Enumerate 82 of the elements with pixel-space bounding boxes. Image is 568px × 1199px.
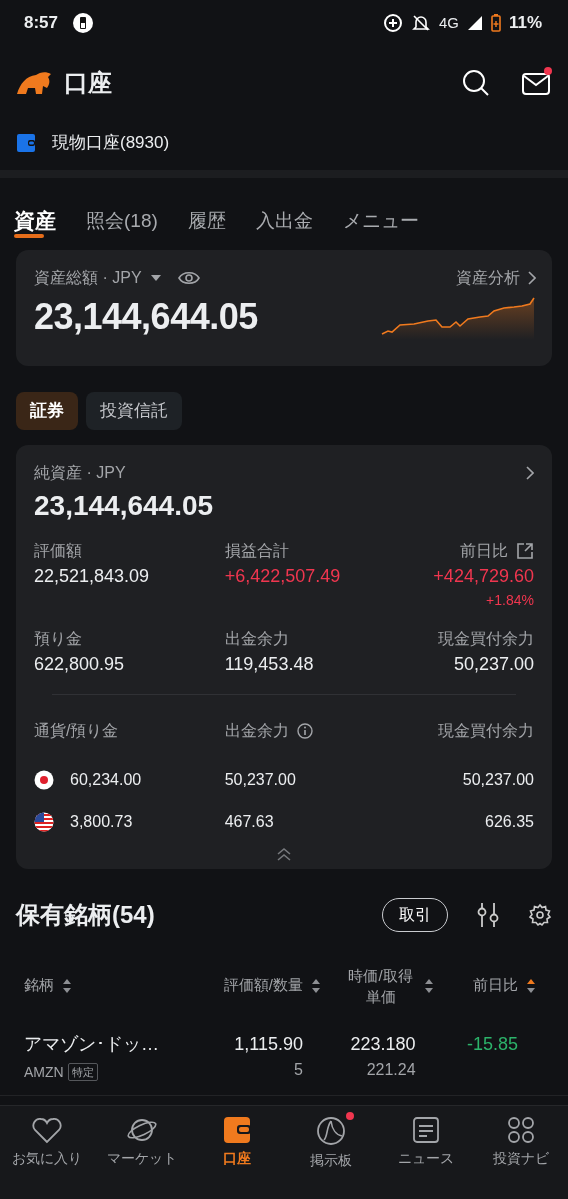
- ticker: AMZN: [24, 1062, 64, 1082]
- battery-icon: [490, 14, 501, 32]
- daily-change: -15.85: [466, 1032, 518, 1056]
- column-header: 通貨/預り金: [34, 720, 119, 741]
- share-icon[interactable]: [515, 541, 534, 560]
- column-header: 現金買付余力: [437, 720, 534, 741]
- page-title: 口座: [64, 68, 112, 98]
- collapse-icon[interactable]: [276, 846, 292, 861]
- account-type-tag: 特定: [67, 1062, 98, 1082]
- nav-item[interactable]: ニュース: [378, 1106, 474, 1199]
- nav-item[interactable]: 投資ナビ: [473, 1106, 568, 1199]
- column-header[interactable]: 銘柄: [24, 974, 54, 997]
- metric-label: 出金余力: [224, 628, 289, 649]
- bull-logo-icon: [16, 70, 52, 96]
- column-header: 出金余力: [224, 720, 289, 741]
- segment-tab[interactable]: 証券: [16, 392, 78, 430]
- deposit-amount: 60,234.00: [70, 769, 142, 790]
- filter-icon[interactable]: [476, 901, 500, 928]
- buying-power-amount: 626.35: [485, 812, 534, 830]
- total-value: 23,144,644.05: [34, 295, 258, 339]
- bell-off-icon: [411, 13, 432, 33]
- metric-value: +6,422,507.49: [224, 564, 342, 588]
- chevron-right-icon[interactable]: [528, 271, 536, 285]
- total-label: 資産総額 · JPY: [34, 268, 142, 288]
- metric-label: 前日比: [459, 540, 508, 561]
- signal-icon: [466, 15, 483, 31]
- mail-icon[interactable]: [522, 71, 550, 95]
- column-header[interactable]: 時価/取得単価: [345, 964, 416, 1007]
- chevron-right-icon[interactable]: [526, 465, 534, 480]
- battery-level: 11%: [508, 12, 542, 35]
- quantity: 5: [294, 1059, 303, 1080]
- metric-value: 22,521,843.09: [34, 564, 151, 588]
- sync-icon: [383, 13, 404, 33]
- cost-price: 221.24: [366, 1059, 416, 1080]
- metric-value: 622,800.95: [34, 652, 126, 676]
- battery-saver-icon: [72, 12, 95, 34]
- segment-tab[interactable]: 投資信託: [86, 392, 182, 430]
- nav-item[interactable]: 口座: [189, 1106, 284, 1199]
- settings-icon[interactable]: [528, 902, 552, 927]
- net-label: 純資産 · JPY: [34, 462, 126, 483]
- planet-icon: [127, 1116, 157, 1144]
- network-type: 4G: [439, 13, 459, 33]
- account-name[interactable]: 現物口座(8930): [52, 130, 170, 156]
- tab[interactable]: 入出金: [255, 204, 313, 238]
- tab[interactable]: 資産: [14, 204, 56, 238]
- column-header[interactable]: 評価額/数量: [223, 974, 303, 997]
- dropdown-icon[interactable]: [149, 274, 162, 282]
- wallet-icon: [222, 1116, 251, 1144]
- tab[interactable]: 履歴: [187, 204, 226, 238]
- tab[interactable]: メニュー: [342, 204, 419, 238]
- deposit-amount: 3,800.73: [70, 811, 133, 832]
- net-value: 23,144,644.05: [34, 488, 215, 523]
- grid-icon: [506, 1116, 535, 1144]
- percent-change: +1.84%: [486, 590, 534, 610]
- metric-label: 預り金: [34, 628, 82, 649]
- holdings-title: 保有銘柄(54): [16, 899, 155, 930]
- withdrawable-amount: 50,237.00: [224, 770, 296, 788]
- metric-value: 119,453.48: [224, 652, 315, 676]
- info-icon[interactable]: [296, 722, 313, 739]
- metric-label: 損益合計: [224, 540, 289, 561]
- metric-value: +424,729.60: [433, 564, 534, 588]
- search-icon[interactable]: [462, 69, 490, 97]
- column-header[interactable]: 前日比: [472, 974, 518, 997]
- heart-icon: [32, 1116, 63, 1144]
- current-price: 223.180: [350, 1032, 416, 1056]
- board-icon: [316, 1116, 347, 1146]
- analysis-link[interactable]: 資産分析: [456, 266, 520, 290]
- status-time: 8:57: [24, 12, 59, 35]
- nav-item[interactable]: マーケット: [94, 1106, 190, 1199]
- metric-label: 評価額: [34, 540, 82, 561]
- metric-label: 現金買付余力: [437, 628, 534, 649]
- wallet-icon: [16, 133, 36, 153]
- eye-icon[interactable]: [177, 270, 200, 286]
- stock-name[interactable]: アマゾン･ドッ…: [24, 1030, 209, 1058]
- document-icon: [412, 1116, 440, 1144]
- nav-item[interactable]: 掲示板: [284, 1106, 379, 1199]
- tab[interactable]: 照会(18): [86, 204, 158, 238]
- metric-value: 50,237.00: [453, 652, 534, 676]
- market-value: 1,115.90: [234, 1032, 303, 1056]
- withdrawable-amount: 467.63: [224, 812, 274, 830]
- nav-item[interactable]: お気に入り: [0, 1106, 95, 1199]
- buying-power-amount: 50,237.00: [462, 770, 534, 788]
